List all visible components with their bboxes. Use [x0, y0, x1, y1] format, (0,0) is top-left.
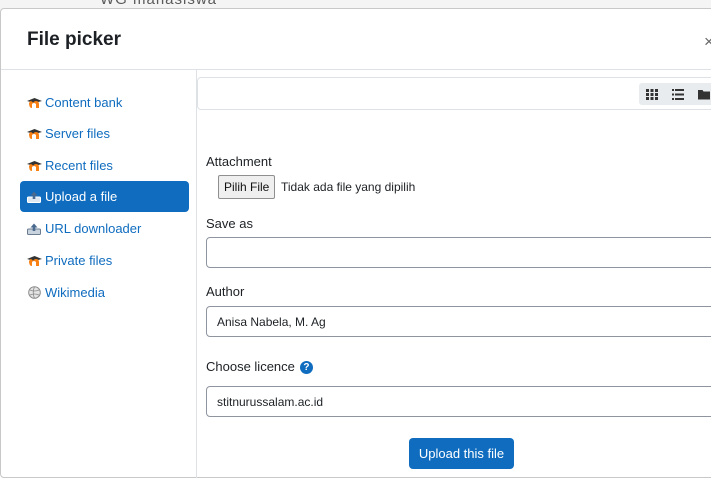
author-input[interactable]: Anisa Nabela, M. Ag	[206, 306, 711, 337]
fp-toolbar	[197, 77, 711, 110]
sidebar-item-label: Recent files	[45, 158, 113, 173]
sidebar-item-wikimedia[interactable]: Wikimedia	[20, 277, 189, 308]
moodle-icon	[26, 127, 42, 141]
licence-label-row: Choose licence?	[206, 359, 313, 375]
close-button[interactable]: ×	[704, 32, 711, 52]
sidebar-item-label: Upload a file	[45, 189, 118, 204]
wikimedia-icon	[26, 286, 42, 300]
sidebar-item-label: Server files	[45, 126, 111, 141]
file-status-text: Tidak ada file yang dipilih	[281, 180, 416, 194]
upload-icon	[26, 190, 42, 204]
author-label: Author	[206, 284, 245, 299]
sidebar-item-label: Private files	[45, 253, 113, 268]
upload-this-file-button[interactable]: Upload this file	[409, 438, 514, 469]
list-view-icon[interactable]	[665, 83, 691, 105]
sidebar-item-url-downloader[interactable]: URL downloader	[20, 213, 189, 244]
moodle-icon	[26, 96, 42, 110]
help-icon[interactable]: ?	[299, 361, 313, 375]
sidebar-item-content-bank[interactable]: Content bank	[20, 87, 189, 118]
licence-select[interactable]: stitnurussalam.ac.id	[206, 386, 711, 417]
sidebar-item-recent-files[interactable]: Recent files	[20, 150, 189, 181]
licence-selected-value: stitnurussalam.ac.id	[217, 394, 324, 409]
moodle-icon	[26, 254, 42, 268]
licence-label: Choose licence	[206, 359, 295, 374]
folder-view-icon[interactable]	[691, 83, 711, 105]
sidebar-item-private-files[interactable]: Private files	[20, 245, 189, 276]
sidebar-item-label: Content bank	[45, 95, 123, 110]
dialog-header: File picker ×	[1, 9, 711, 70]
background-text: WG mahasiswa	[100, 0, 217, 8]
upload-panel: Attachment Pilih File Tidak ada file yan…	[197, 70, 711, 480]
attachment-label: Attachment	[206, 154, 272, 169]
sidebar-item-label: URL downloader	[45, 221, 142, 236]
icons-view-icon[interactable]	[639, 83, 665, 105]
save-as-input[interactable]	[206, 237, 711, 268]
view-switcher	[639, 83, 711, 105]
save-as-label: Save as	[206, 216, 253, 231]
url-icon	[26, 222, 42, 236]
dialog-title: File picker	[27, 29, 121, 50]
sidebar-item-server-files[interactable]: Server files	[20, 118, 189, 149]
choose-file-button[interactable]: Pilih File	[218, 175, 276, 199]
file-picker-dialog: File picker × Content bank Server files …	[0, 8, 711, 478]
moodle-icon	[26, 159, 42, 173]
sidebar-item-label: Wikimedia	[45, 285, 105, 300]
sidebar-item-upload-a-file[interactable]: Upload a file	[20, 181, 189, 212]
repository-sidebar: Content bank Server files Recent files U…	[13, 70, 197, 478]
